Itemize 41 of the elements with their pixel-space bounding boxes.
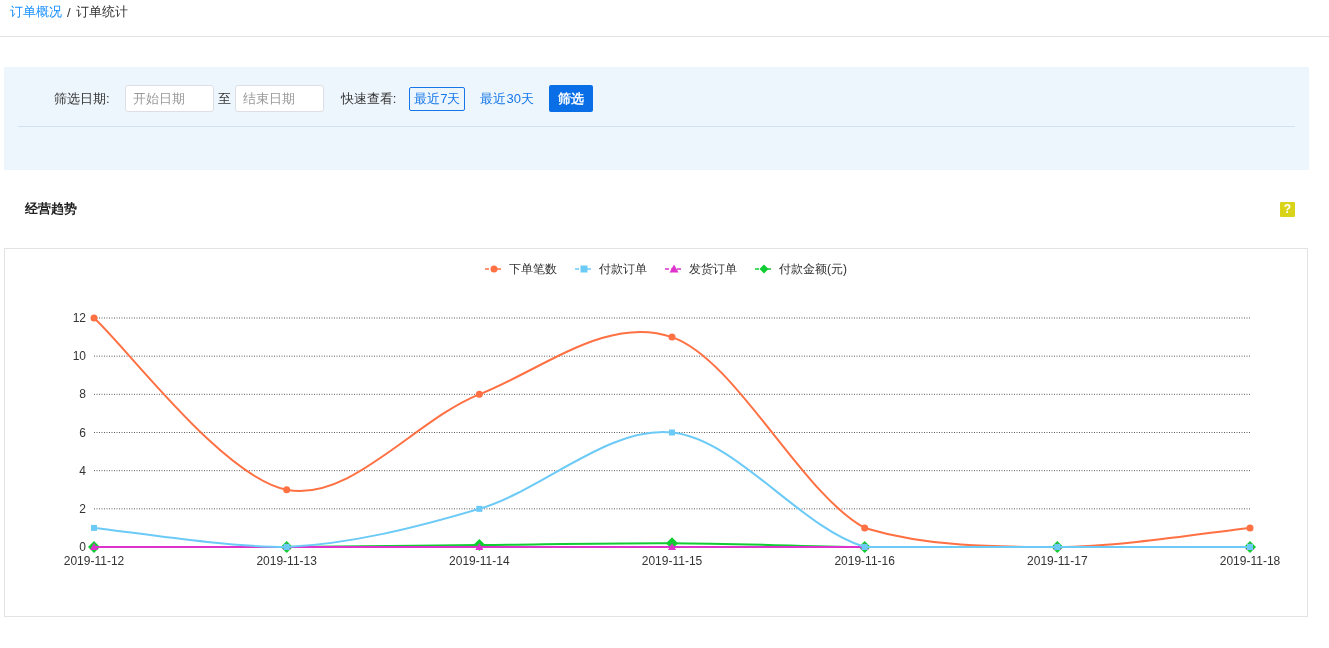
x-axis-label: 2019-11-18: [1219, 554, 1281, 568]
start-date-field[interactable]: 开始日期: [124, 85, 214, 112]
triangle-data-point: [668, 543, 676, 550]
quick-range-link[interactable]: 最近30天: [475, 86, 539, 111]
x-axis-label: 2019-11-17: [1027, 554, 1088, 568]
circle-data-point: [1246, 524, 1254, 532]
y-axis-label: 6: [79, 425, 86, 440]
circle-data-point: [90, 314, 98, 322]
legend-label[interactable]: 发货订单: [689, 262, 737, 276]
square-data-point: [91, 524, 97, 531]
circle-data-point: [283, 486, 291, 494]
y-axis-label: 4: [79, 463, 86, 478]
x-axis-label: 2019-11-15: [641, 554, 703, 568]
y-axis-label: 2: [79, 501, 86, 516]
breadcrumb-current: 订单统计: [75, 3, 128, 21]
circle-data-point: [475, 390, 483, 398]
x-axis-label: 2019-11-16: [834, 554, 895, 568]
y-axis-label: 12: [72, 311, 86, 325]
y-axis-label: 10: [72, 349, 86, 364]
legend-label[interactable]: 下单笔数: [509, 262, 557, 276]
filter-button[interactable]: 筛选: [548, 85, 593, 112]
circle-data-point: [668, 333, 676, 341]
quick-range-link[interactable]: 最近7天: [409, 86, 466, 111]
circle-data-point: [861, 524, 869, 532]
date-range-separator: 至: [217, 89, 231, 108]
end-date-field[interactable]: 结束日期: [234, 85, 324, 112]
breadcrumb-link[interactable]: 订单概况: [10, 3, 62, 21]
square-data-point: [476, 505, 483, 512]
legend-label[interactable]: 付款订单: [599, 262, 647, 276]
x-axis-label: 2019-11-13: [256, 554, 317, 568]
legend-label[interactable]: 付款金额(元): [779, 262, 847, 276]
x-axis-label: 2019-11-12: [63, 554, 125, 568]
triangle-data-point: [475, 543, 484, 550]
square-data-point: [669, 429, 675, 436]
y-axis-label: 0: [79, 540, 86, 554]
quick-view-label: 快速查看:: [340, 89, 397, 108]
y-axis-label: 8: [79, 387, 86, 402]
filter-date-label: 筛选日期:: [54, 89, 110, 108]
section-title: 经营趋势: [25, 200, 77, 218]
breadcrumb-separator: /: [67, 4, 71, 20]
x-axis-label: 2019-11-14: [449, 554, 510, 568]
